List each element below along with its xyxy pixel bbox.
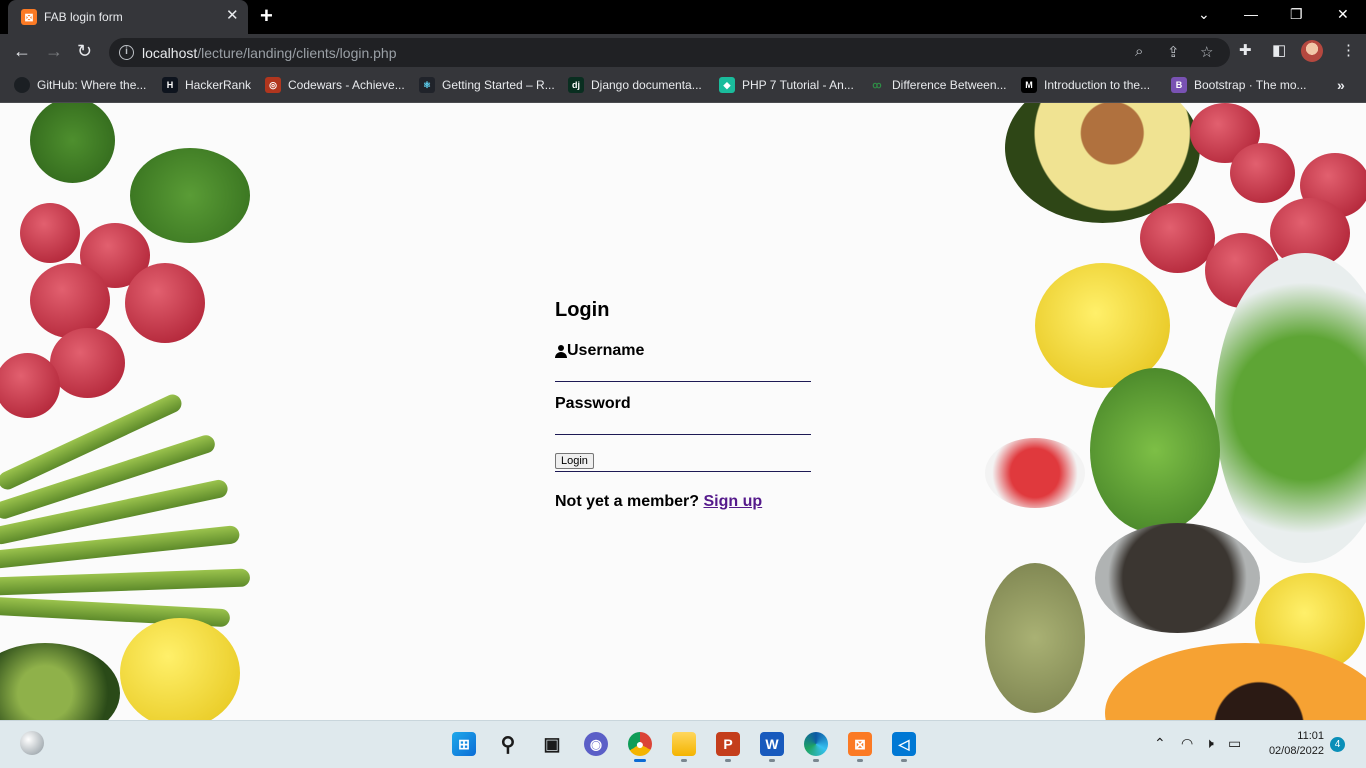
- teams-chat-icon[interactable]: ◉: [584, 732, 608, 756]
- password-label: Password: [555, 395, 631, 412]
- word-icon[interactable]: W: [760, 732, 784, 756]
- address-bar[interactable]: i localhost/lecture/landing/clients/logi…: [109, 38, 1230, 67]
- medium-icon: M: [1021, 77, 1037, 93]
- share-icon[interactable]: ⇪: [1167, 43, 1180, 61]
- chevron-up-icon[interactable]: ⌃: [1154, 735, 1166, 752]
- volume-muted-icon[interactable]: 🕨: [1205, 735, 1214, 752]
- notification-badge[interactable]: 4: [1330, 737, 1345, 752]
- react-icon: ⚛: [419, 77, 435, 93]
- geeksforgeeks-icon: ꝏ: [872, 79, 882, 90]
- side-panel-icon[interactable]: ◧: [1272, 41, 1286, 59]
- github-icon: [14, 77, 30, 93]
- bookmarks-bar: GitHub: Where the... H HackerRank ◎ Code…: [0, 70, 1366, 103]
- login-button[interactable]: Login: [555, 453, 594, 469]
- bookmark-php-tutorial[interactable]: ◆ PHP 7 Tutorial - An...: [719, 77, 854, 93]
- tutorial-icon: ◆: [719, 77, 735, 93]
- site-info-icon[interactable]: i: [119, 45, 134, 60]
- django-icon: dj: [568, 77, 584, 93]
- bookmark-geeksforgeeks[interactable]: ꝏ Difference Between...: [869, 77, 1006, 93]
- signup-prompt: Not yet a member? Sign up: [555, 493, 763, 510]
- forward-icon[interactable]: →: [45, 40, 63, 62]
- signup-link[interactable]: Sign up: [704, 493, 763, 510]
- user-icon: [555, 344, 567, 358]
- reload-icon[interactable]: ↻: [77, 40, 92, 62]
- bookmark-django[interactable]: dj Django documenta...: [568, 77, 702, 93]
- vscode-icon[interactable]: ◁: [892, 732, 916, 756]
- browser-tab-bar: ⊠ FAB login form ✕ + ⌄ — ❐ ✕: [0, 0, 1366, 34]
- search-icon[interactable]: ⚲: [496, 732, 520, 756]
- bookmark-github[interactable]: GitHub: Where the...: [14, 77, 146, 93]
- bookmark-bootstrap[interactable]: B Bootstrap · The mo...: [1171, 77, 1307, 93]
- username-label: Username: [555, 342, 811, 360]
- tab-title: FAB login form: [44, 10, 123, 24]
- hackerrank-icon: H: [162, 77, 178, 93]
- codewars-icon: ◎: [265, 77, 281, 93]
- browser-tab[interactable]: ⊠ FAB login form ✕: [8, 0, 248, 34]
- login-button-row: Login: [555, 448, 811, 472]
- wifi-icon[interactable]: ◠: [1181, 735, 1193, 752]
- menu-icon[interactable]: ⋮: [1341, 41, 1356, 59]
- login-title: Login: [555, 299, 610, 321]
- xampp-taskbar-icon[interactable]: ⊠: [848, 732, 872, 756]
- windows-taskbar: ⊞ ⚲ ▣ ◉ ● P W ⊠ ◁ ⌃ ◠ 🕨 ▭ 11:01 02/08/20…: [0, 720, 1366, 768]
- task-view-icon[interactable]: ▣: [540, 732, 564, 756]
- back-icon[interactable]: ←: [13, 40, 31, 62]
- windows-start-icon[interactable]: ⊞: [452, 732, 476, 756]
- bookmark-hackerrank[interactable]: H HackerRank: [162, 77, 251, 93]
- tab-close-icon[interactable]: ✕: [226, 8, 239, 24]
- url-text[interactable]: localhost/lecture/landing/clients/login.…: [142, 45, 397, 61]
- close-window-button[interactable]: ✕: [1337, 6, 1349, 23]
- chrome-icon[interactable]: ●: [628, 732, 652, 756]
- powerpoint-icon[interactable]: P: [716, 732, 740, 756]
- weather-icon[interactable]: [20, 731, 44, 755]
- edge-icon[interactable]: [804, 732, 828, 756]
- file-explorer-icon[interactable]: [672, 732, 696, 756]
- system-clock[interactable]: 11:01 02/08/2022: [1258, 729, 1324, 759]
- username-input[interactable]: [555, 360, 811, 382]
- more-bookmarks-icon[interactable]: »: [1337, 77, 1345, 93]
- xampp-icon: ⊠: [21, 9, 37, 25]
- password-input[interactable]: [555, 413, 811, 435]
- battery-icon[interactable]: ▭: [1228, 735, 1241, 752]
- bookmark-star-icon[interactable]: ☆: [1200, 43, 1213, 61]
- zoom-icon[interactable]: ⌕: [1135, 43, 1143, 60]
- tab-search-icon[interactable]: ⌄: [1198, 6, 1210, 23]
- login-form: Login Username Password Login Not yet a …: [555, 299, 811, 511]
- bookmark-react[interactable]: ⚛ Getting Started – R...: [419, 77, 555, 93]
- restore-button[interactable]: ❐: [1290, 6, 1303, 23]
- bookmark-codewars[interactable]: ◎ Codewars - Achieve...: [265, 77, 405, 93]
- profile-avatar[interactable]: [1301, 40, 1323, 62]
- page-content: Login Username Password Login Not yet a …: [0, 103, 1366, 720]
- extensions-icon[interactable]: ✚: [1239, 41, 1252, 59]
- browser-toolbar: ← → ↻ i localhost/lecture/landing/client…: [0, 34, 1366, 70]
- minimize-button[interactable]: —: [1244, 6, 1258, 22]
- bookmark-medium[interactable]: M Introduction to the...: [1021, 77, 1150, 93]
- new-tab-button[interactable]: +: [260, 5, 273, 27]
- bootstrap-icon: B: [1171, 77, 1187, 93]
